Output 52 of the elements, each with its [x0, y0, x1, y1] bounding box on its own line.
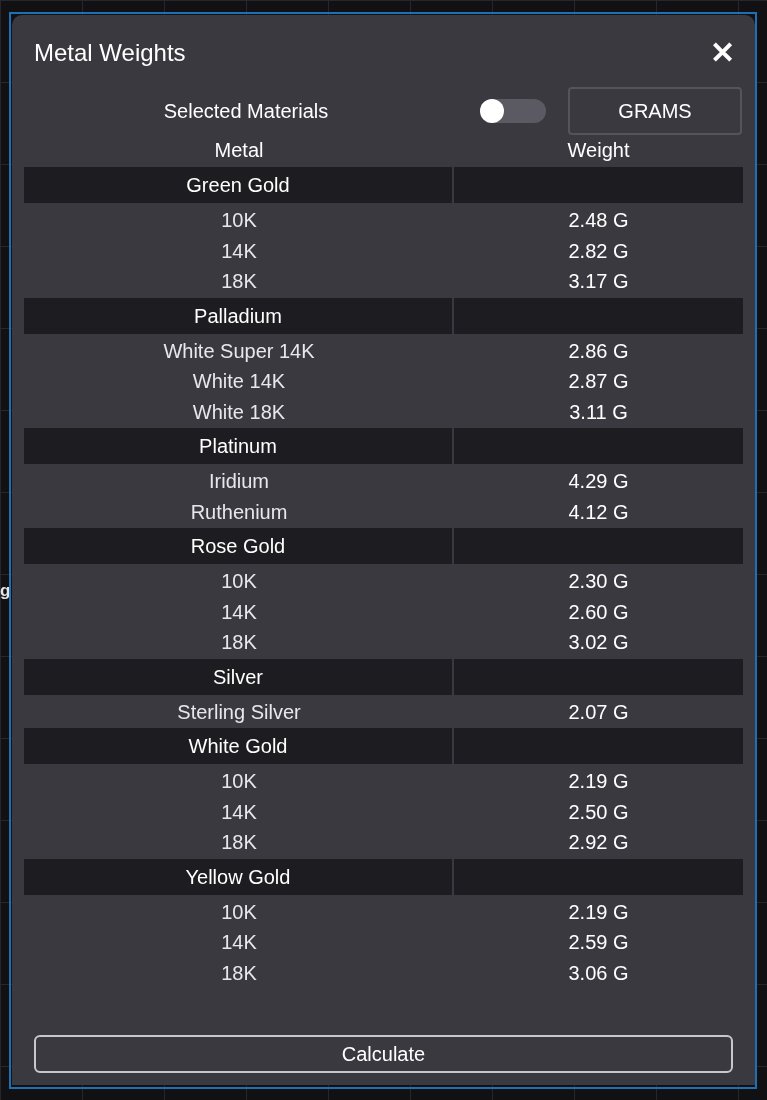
metal-cell-text: 18K — [220, 269, 258, 295]
weight-cell-text: 2.60 G — [567, 599, 630, 625]
metal-cell-text: 14K — [220, 930, 258, 956]
weight-cell-text: 2.07 G — [567, 699, 630, 725]
close-button[interactable]: ✕ — [706, 38, 739, 68]
weight-cell-text: 2.19 G — [567, 769, 630, 795]
metal-cell-text: 10K — [220, 899, 258, 925]
group-name: Green Gold — [24, 167, 454, 203]
metal-cell-text: 10K — [220, 569, 258, 595]
metal-cell-text: 18K — [220, 630, 258, 656]
weight-cell-text: 3.17 G — [567, 269, 630, 295]
weight-cell-text: 2.87 G — [567, 369, 630, 395]
grams-button[interactable]: GRAMS — [568, 87, 742, 135]
group-name: Platinum — [24, 428, 454, 464]
weight-cell-text: 2.48 G — [567, 208, 630, 234]
weight-cell-text: 2.82 G — [567, 238, 630, 264]
metal-cell-text: 14K — [220, 238, 258, 264]
metal-cell-text: Ruthenium — [189, 499, 289, 525]
weight-cell-text: 2.19 G — [567, 899, 630, 925]
group-name: Yellow Gold — [24, 858, 454, 895]
metal-cell-text: Iridium — [208, 469, 270, 495]
metal-cell-text: 14K — [220, 599, 258, 625]
weight-cell-text: 2.50 G — [567, 799, 630, 825]
metal-cell-text: 14K — [220, 799, 258, 825]
weight-cell-text: 2.30 G — [567, 569, 630, 595]
group-name: Palladium — [24, 297, 454, 334]
weight-cell-text: 3.02 G — [567, 630, 630, 656]
weight-cell-text: 2.92 G — [567, 830, 630, 856]
toggle-switch[interactable] — [480, 99, 546, 123]
weight-cell-text: 4.29 G — [567, 469, 630, 495]
metal-cell-text: 18K — [220, 830, 258, 856]
dialog-title: Metal Weights — [34, 41, 186, 65]
metal-cell-text: Sterling Silver — [176, 699, 302, 725]
metal-cell-text: 18K — [220, 960, 258, 986]
metal-cell-text: 10K — [220, 769, 258, 795]
metal-cell-text: 10K — [220, 208, 258, 234]
column-header: Weight — [566, 138, 631, 163]
metal-cell-text: White Super 14K — [162, 338, 316, 364]
weight-cell-text: 3.06 G — [567, 960, 630, 986]
weight-cell-text: 4.12 G — [567, 499, 630, 525]
weight-cell-text: 3.11 G — [568, 399, 629, 425]
background-text: g — [0, 582, 11, 599]
weight-cell-text: 2.86 G — [567, 338, 630, 364]
group-name: White Gold — [24, 728, 454, 764]
metal-cell-text: White 14K — [191, 369, 287, 395]
group-name: Rose Gold — [24, 528, 454, 564]
metal-cell-text: White 18K — [191, 399, 287, 425]
selected-materials-label: Selected Materials — [162, 99, 330, 124]
column-header: Metal — [213, 138, 265, 163]
calculate-button[interactable]: Calculate — [34, 1035, 733, 1073]
group-name: Silver — [24, 658, 454, 695]
weight-cell-text: 2.59 G — [567, 930, 630, 956]
